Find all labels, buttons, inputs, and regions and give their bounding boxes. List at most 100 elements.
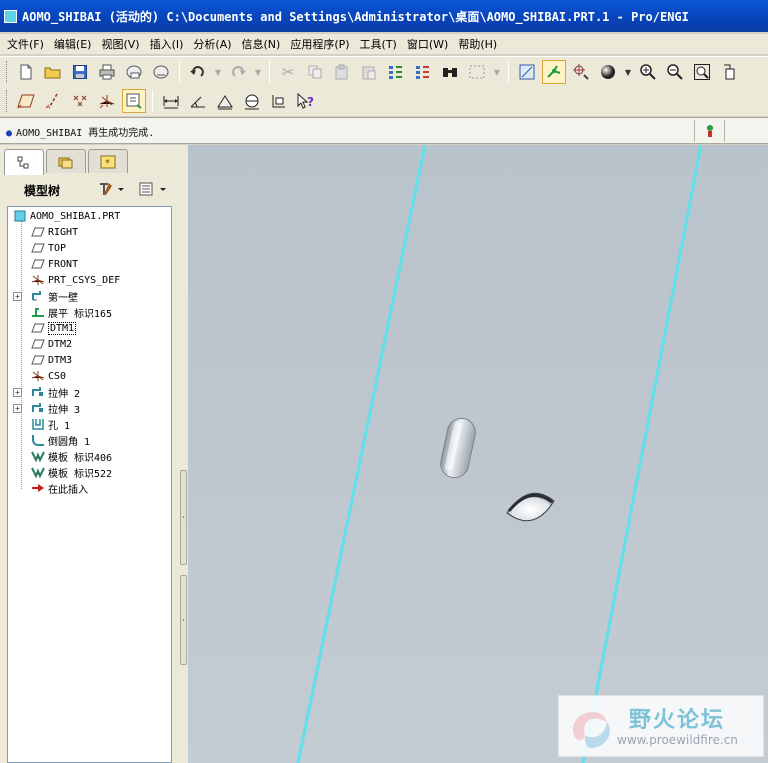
tree-node-dtm3[interactable]: DTM3 <box>30 352 72 368</box>
splitter-handle-lower[interactable]: · <box>180 575 187 665</box>
menu-edit[interactable]: 编辑(E) <box>49 36 97 52</box>
datum-plane-icon <box>30 257 46 271</box>
menu-insert[interactable]: 插入(I) <box>145 36 189 52</box>
email-link-icon[interactable] <box>149 60 173 84</box>
tree-node-unbend-165[interactable]: 展平 标识165 <box>30 304 112 320</box>
menu-applications[interactable]: 应用程序(P) <box>285 36 354 52</box>
tree-node-extrude-2[interactable]: + 拉伸 2 <box>13 384 80 400</box>
spin-center-icon[interactable] <box>569 60 593 84</box>
datum-axis-icon[interactable] <box>41 89 65 113</box>
reorient-icon[interactable] <box>717 60 741 84</box>
toolbar-separator <box>152 90 153 112</box>
shading-dropdown-icon[interactable]: ▼ <box>623 60 633 84</box>
datum-plane-icon <box>30 337 46 351</box>
shading-icon[interactable] <box>596 60 620 84</box>
measure-distance-icon[interactable] <box>159 89 183 113</box>
tree-expand-toggle[interactable]: + <box>13 387 22 397</box>
menu-tools[interactable]: 工具(T) <box>355 36 402 52</box>
toolbar-grip[interactable] <box>6 90 9 112</box>
tree-node-dtm1[interactable]: DTM1 <box>30 320 77 336</box>
toolbar-row-1: ▼ ▼ ✂ ▼ ▼ <box>6 59 741 85</box>
tree-node-part[interactable]: AOMO_SHIBAI.PRT <box>12 208 120 224</box>
window-title-bar[interactable]: AOMO_SHIBAI (活动的) C:\Documents and Setti… <box>0 0 768 32</box>
model-view[interactable] <box>188 145 768 763</box>
navigator-splitter[interactable]: · · <box>179 145 188 763</box>
paste-icon[interactable] <box>330 60 354 84</box>
form-icon <box>30 449 46 463</box>
undo-icon[interactable] <box>186 60 210 84</box>
tree-show-icon[interactable] <box>138 181 170 201</box>
measure-area-icon[interactable] <box>213 89 237 113</box>
refit-icon[interactable] <box>690 60 714 84</box>
splitter-handle-upper[interactable]: · <box>180 470 187 565</box>
tree-expand-toggle[interactable]: + <box>13 291 22 301</box>
toolbar-separator <box>269 61 270 83</box>
message-area: ● AOMO_SHIBAI 再生成功完成. <box>0 117 768 144</box>
redo-icon[interactable] <box>226 60 250 84</box>
send-email-icon[interactable] <box>122 60 146 84</box>
toolbar-grip[interactable] <box>6 61 9 83</box>
sheet-edge-left[interactable] <box>296 145 427 763</box>
tree-node-dtm2[interactable]: DTM2 <box>30 336 72 352</box>
tree-expand-toggle[interactable]: + <box>13 403 22 413</box>
datum-display-icon[interactable] <box>542 60 566 84</box>
menu-window[interactable]: 窗口(W) <box>402 36 453 52</box>
datum-plane-icon[interactable] <box>14 89 38 113</box>
find-icon[interactable] <box>438 60 462 84</box>
zoom-in-icon[interactable] <box>636 60 660 84</box>
tree-node-label: 倒圆角 1 <box>48 436 91 448</box>
menu-analysis[interactable]: 分析(A) <box>188 36 236 52</box>
tab-folder-browser[interactable] <box>46 149 86 173</box>
tree-node-round-1[interactable]: 倒圆角 1 <box>30 432 90 448</box>
tree-node-front[interactable]: FRONT <box>30 256 78 272</box>
measure-angle-icon[interactable] <box>186 89 210 113</box>
whats-this-icon[interactable]: ? <box>294 89 318 113</box>
new-file-icon[interactable] <box>14 60 38 84</box>
tree-node-form-522[interactable]: 模板 标识522 <box>30 464 112 480</box>
tree-node-extrude-3[interactable]: + 拉伸 3 <box>13 400 80 416</box>
tab-favorites[interactable]: * <box>88 149 128 173</box>
cut-icon[interactable]: ✂ <box>276 60 300 84</box>
tree-settings-icon[interactable] <box>98 181 126 201</box>
undo-dropdown-icon[interactable]: ▼ <box>213 60 223 84</box>
forum-watermark: 野火论坛 www.proewildfire.cn <box>558 695 764 757</box>
open-folder-icon[interactable] <box>41 60 65 84</box>
tree-node-hole-1[interactable]: 孔 1 <box>30 416 70 432</box>
menu-file[interactable]: 文件(F) <box>2 36 49 52</box>
tree-node-prt-csys-def[interactable]: PRT_CSYS_DEF <box>30 272 120 288</box>
zoom-out-icon[interactable] <box>663 60 687 84</box>
saved-view-icon[interactable] <box>515 60 539 84</box>
menu-help[interactable]: 帮助(H) <box>453 36 502 52</box>
tree-node-first-wall[interactable]: + 第一壁 <box>13 288 78 304</box>
datum-point-icon[interactable] <box>68 89 92 113</box>
hole-feature[interactable] <box>506 492 555 522</box>
graphics-window[interactable]: 野火论坛 www.proewildfire.cn <box>188 145 768 763</box>
paste-special-icon[interactable] <box>357 60 381 84</box>
toolbar-row-2: ? <box>6 88 318 114</box>
tab-model-tree[interactable] <box>4 149 44 175</box>
copy-icon[interactable] <box>303 60 327 84</box>
sheet-edge-right[interactable] <box>581 145 703 763</box>
measure-diameter-icon[interactable] <box>240 89 264 113</box>
sheetmetal-wall-icon <box>30 289 46 303</box>
embossed-slot-feature[interactable] <box>438 416 478 481</box>
coord-system-icon[interactable] <box>95 89 119 113</box>
tree-node-top[interactable]: TOP <box>30 240 66 256</box>
regen-manager-icon[interactable] <box>411 60 435 84</box>
tree-node-right[interactable]: RIGHT <box>30 224 78 240</box>
menu-view[interactable]: 视图(V) <box>96 36 144 52</box>
save-icon[interactable] <box>68 60 92 84</box>
menu-info[interactable]: 信息(N) <box>237 36 286 52</box>
message-bullet-icon: ● <box>6 128 13 139</box>
select-dropdown-icon[interactable]: ▼ <box>492 60 502 84</box>
measure-transform-icon[interactable] <box>267 89 291 113</box>
status-light-icon[interactable] <box>705 124 715 138</box>
tree-node-form-406[interactable]: 模板 标识406 <box>30 448 112 464</box>
tree-node-cs0[interactable]: CS0 <box>30 368 66 384</box>
print-icon[interactable] <box>95 60 119 84</box>
select-box-icon[interactable] <box>465 60 489 84</box>
redo-dropdown-icon[interactable]: ▼ <box>253 60 263 84</box>
annotation-icon[interactable] <box>122 89 146 113</box>
tree-node-insert-here[interactable]: 在此插入 <box>30 480 88 496</box>
regenerate-icon[interactable] <box>384 60 408 84</box>
